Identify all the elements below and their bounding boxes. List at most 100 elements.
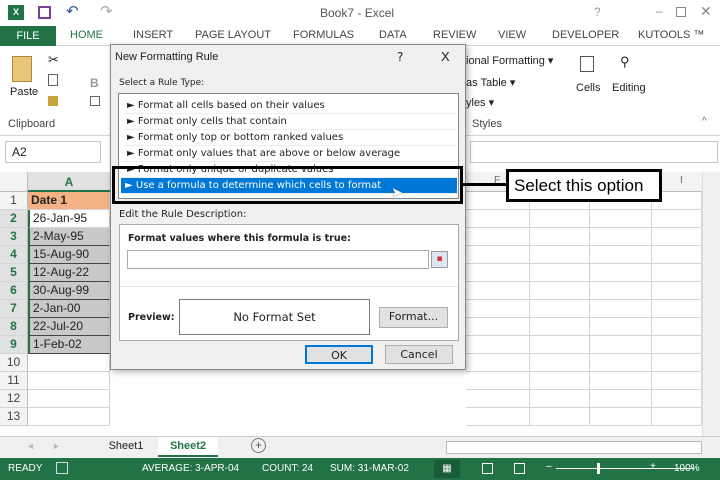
paste-button[interactable]: Paste (10, 86, 38, 98)
cell[interactable] (652, 390, 702, 408)
column-header-a[interactable]: A (28, 172, 110, 192)
row-header[interactable]: 2 (0, 210, 28, 228)
minimize-button[interactable]: – (656, 4, 663, 18)
cut-icon[interactable]: ✂ (48, 52, 59, 68)
sheet-tab-sheet2[interactable]: Sheet2 (158, 437, 218, 457)
cell[interactable] (652, 354, 702, 372)
tab-file[interactable]: FILE (0, 26, 56, 46)
row-header[interactable]: 6 (0, 282, 28, 300)
macro-record-icon[interactable] (56, 462, 68, 474)
cell[interactable] (652, 210, 702, 228)
scroll-left-icon[interactable]: ◄ (26, 441, 35, 451)
cell[interactable] (466, 336, 530, 354)
cell-styles-button[interactable]: yles ▾ (466, 96, 494, 109)
cell[interactable] (652, 318, 702, 336)
cell[interactable] (466, 210, 530, 228)
cell[interactable] (590, 408, 652, 426)
add-sheet-icon[interactable]: + (251, 438, 266, 453)
cell[interactable] (466, 408, 530, 426)
row-header[interactable]: 7 (0, 300, 28, 318)
zoom-out-button[interactable]: – (546, 461, 552, 472)
cell-a[interactable]: 26-Jan-95 (28, 210, 110, 228)
row-header[interactable]: 9 (0, 336, 28, 354)
rule-type-item[interactable]: ► Format only cells that contain (123, 114, 457, 130)
cell[interactable] (530, 408, 590, 426)
normal-view-icon[interactable]: ▦ (434, 460, 460, 478)
row-header[interactable]: 12 (0, 390, 28, 408)
cell[interactable] (590, 372, 652, 390)
row-header[interactable]: 8 (0, 318, 28, 336)
cell-a[interactable]: 22-Jul-20 (28, 318, 110, 336)
cell[interactable] (530, 390, 590, 408)
row-header[interactable]: 5 (0, 264, 28, 282)
cell[interactable] (590, 336, 652, 354)
page-break-view-icon[interactable] (514, 463, 525, 474)
tab-home[interactable]: HOME (70, 29, 103, 41)
zoom-in-button[interactable]: + (650, 461, 656, 472)
cell[interactable] (530, 354, 590, 372)
borders-icon[interactable] (90, 96, 100, 106)
cell[interactable] (466, 390, 530, 408)
dialog-close-button[interactable]: X (441, 49, 450, 64)
cell[interactable] (652, 282, 702, 300)
undo-icon[interactable]: ↶ (66, 2, 79, 20)
cell[interactable] (590, 228, 652, 246)
cell[interactable] (466, 318, 530, 336)
help-button[interactable]: ? (594, 5, 601, 19)
cell[interactable] (530, 210, 590, 228)
rule-type-item[interactable]: ► Format only top or bottom ranked value… (123, 130, 457, 146)
bold-button[interactable]: B (90, 76, 99, 90)
cell-a[interactable]: 30-Aug-99 (28, 282, 110, 300)
formula-input[interactable] (470, 141, 718, 163)
cell[interactable] (466, 372, 530, 390)
cell[interactable] (590, 246, 652, 264)
cell-a[interactable]: 1-Feb-02 (28, 336, 110, 354)
cell[interactable] (590, 390, 652, 408)
tab-formulas[interactable]: FORMULAS (293, 29, 354, 41)
horizontal-scrollbar[interactable] (446, 441, 702, 454)
cell[interactable] (590, 318, 652, 336)
maximize-button[interactable] (676, 7, 686, 17)
cell[interactable] (530, 372, 590, 390)
cell[interactable] (590, 282, 652, 300)
tab-data[interactable]: DATA (379, 29, 407, 41)
cell[interactable] (652, 300, 702, 318)
row-header[interactable]: 13 (0, 408, 28, 426)
cell[interactable] (466, 282, 530, 300)
cell[interactable] (590, 354, 652, 372)
name-box[interactable]: A2 (5, 141, 101, 163)
cell[interactable] (466, 354, 530, 372)
format-as-table-button[interactable]: as Table ▾ (466, 76, 515, 89)
cell[interactable] (652, 336, 702, 354)
cell-a[interactable] (28, 390, 110, 408)
cell-a[interactable]: 2-May-95 (28, 228, 110, 246)
cell[interactable] (652, 372, 702, 390)
cell-a[interactable]: 2-Jan-00 (28, 300, 110, 318)
cell[interactable] (590, 300, 652, 318)
cells-button[interactable]: Cells (576, 82, 600, 94)
cell[interactable] (652, 228, 702, 246)
cell[interactable] (652, 246, 702, 264)
cell[interactable] (530, 282, 590, 300)
cell[interactable] (530, 264, 590, 282)
close-button[interactable]: ✕ (700, 3, 712, 20)
cell[interactable] (530, 228, 590, 246)
cell-a[interactable] (28, 408, 110, 426)
cell[interactable] (590, 210, 652, 228)
row-header[interactable]: 10 (0, 354, 28, 372)
cell-a[interactable]: 12-Aug-22 (28, 264, 110, 282)
copy-icon[interactable] (48, 74, 58, 86)
vertical-scrollbar[interactable] (702, 172, 720, 436)
cell[interactable] (466, 264, 530, 282)
row-header[interactable]: 11 (0, 372, 28, 390)
cell[interactable] (530, 318, 590, 336)
rule-type-item[interactable]: ► Format only values that are above or b… (123, 146, 457, 162)
cell[interactable] (530, 300, 590, 318)
paste-icon[interactable] (12, 56, 32, 82)
tab-insert[interactable]: INSERT (133, 29, 173, 41)
column-header-i[interactable]: I (680, 175, 683, 186)
rule-type-item[interactable]: ► Format all cells based on their values (123, 98, 457, 114)
cell[interactable] (590, 264, 652, 282)
tab-page-layout[interactable]: PAGE LAYOUT (195, 29, 271, 41)
select-all-corner[interactable] (0, 172, 28, 192)
